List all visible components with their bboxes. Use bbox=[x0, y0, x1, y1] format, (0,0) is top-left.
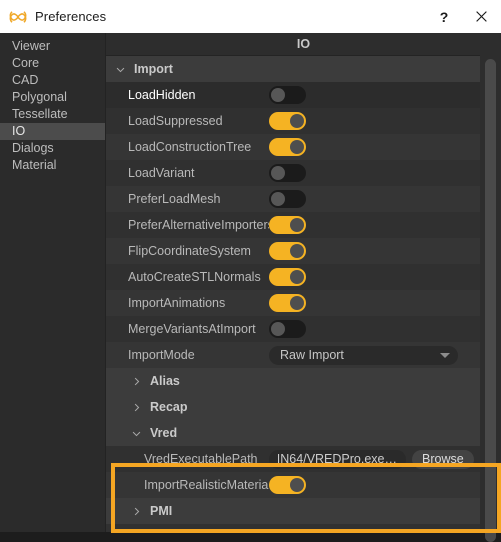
sidebar-item-polygonal[interactable]: Polygonal bbox=[0, 89, 105, 106]
setting-label: PreferAlternativeImporters bbox=[128, 218, 269, 232]
setting-label: LoadSuppressed bbox=[128, 114, 223, 128]
chevron-down-icon bbox=[440, 352, 450, 358]
settings-pane: IO Import LoadHidden LoadSuppressed LoadCon… bbox=[105, 33, 501, 542]
setting-row-loadsuppressed[interactable]: LoadSuppressed bbox=[106, 108, 480, 134]
setting-row-loadvariant[interactable]: LoadVariant bbox=[106, 160, 480, 186]
text-input-value: …bin/WIN64/VREDPro.exe bbox=[278, 452, 397, 466]
chevron-right-icon[interactable] bbox=[122, 376, 150, 387]
toggle-knob bbox=[271, 88, 285, 102]
browse-button[interactable]: Browse bbox=[412, 449, 474, 469]
group-label: Import bbox=[134, 62, 173, 76]
window-body: Viewer Core CAD Polygonal Tessellate IO Dialog… bbox=[0, 33, 501, 542]
category-sidebar: Viewer Core CAD Polygonal Tessellate IO Dialog… bbox=[0, 33, 105, 532]
toggle-knob bbox=[290, 244, 304, 258]
setting-label: LoadHidden bbox=[128, 88, 196, 102]
toggle-loadvariant[interactable] bbox=[269, 164, 306, 182]
settings-rows: Import LoadHidden LoadSuppressed LoadConstr… bbox=[106, 56, 501, 532]
toggle-importrealisticmaterials[interactable] bbox=[269, 476, 306, 494]
toggle-knob bbox=[290, 114, 304, 128]
text-input-vredexecutablepath[interactable]: …bin/WIN64/VREDPro.exe bbox=[269, 449, 406, 469]
group-header-pmi[interactable]: PMI bbox=[106, 498, 480, 524]
setting-row-flipcoordinatesystem[interactable]: FlipCoordinateSystem bbox=[106, 238, 480, 264]
sidebar-item-material[interactable]: Material bbox=[0, 157, 105, 174]
sidebar-item-viewer[interactable]: Viewer bbox=[0, 38, 105, 55]
setting-row-importmode[interactable]: ImportMode Raw Import bbox=[106, 342, 480, 368]
toggle-knob bbox=[271, 192, 285, 206]
toggle-mergevariantsatimport[interactable] bbox=[269, 320, 306, 338]
vred-logo-icon bbox=[9, 8, 27, 26]
setting-label: AutoCreateSTLNormals bbox=[128, 270, 261, 284]
group-header-recap[interactable]: Recap bbox=[106, 394, 480, 420]
setting-row-importanimations[interactable]: ImportAnimations bbox=[106, 290, 480, 316]
close-icon[interactable] bbox=[461, 0, 501, 33]
dropdown-importmode[interactable]: Raw Import bbox=[269, 345, 458, 365]
group-header-alias[interactable]: Alias bbox=[106, 368, 480, 394]
toggle-knob bbox=[290, 296, 304, 310]
group-label: Recap bbox=[150, 400, 188, 414]
toggle-knob bbox=[290, 270, 304, 284]
setting-label: LoadConstructionTree bbox=[128, 140, 252, 154]
help-button[interactable]: ? bbox=[427, 0, 461, 33]
setting-row-preferalternativeimporters[interactable]: PreferAlternativeImporters bbox=[106, 212, 480, 238]
setting-label: VredExecutablePath bbox=[144, 452, 258, 466]
window-title: Preferences bbox=[35, 9, 107, 24]
setting-row-preferloadmesh[interactable]: PreferLoadMesh bbox=[106, 186, 480, 212]
sidebar-item-dialogs[interactable]: Dialogs bbox=[0, 140, 105, 157]
chevron-down-icon[interactable] bbox=[106, 64, 134, 75]
chevron-right-icon[interactable] bbox=[122, 506, 150, 517]
toggle-loadconstructiontree[interactable] bbox=[269, 138, 306, 156]
chevron-down-icon[interactable] bbox=[122, 428, 150, 439]
pane-title: IO bbox=[106, 33, 501, 56]
preferences-window: Preferences ? Viewer Core CAD Polygonal Tess… bbox=[0, 0, 501, 542]
group-label: PMI bbox=[150, 504, 173, 518]
setting-label: LoadVariant bbox=[128, 166, 195, 180]
group-label: Vred bbox=[150, 426, 178, 440]
toggle-flipcoordinatesystem[interactable] bbox=[269, 242, 306, 260]
toggle-knob bbox=[290, 478, 304, 492]
toggle-preferalternativeimporters[interactable] bbox=[269, 216, 306, 234]
setting-label: ImportMode bbox=[128, 348, 195, 362]
setting-label: MergeVariantsAtImport bbox=[128, 322, 256, 336]
toggle-importanimations[interactable] bbox=[269, 294, 306, 312]
group-label: Alias bbox=[150, 374, 180, 388]
toggle-loadhidden[interactable] bbox=[269, 86, 306, 104]
title-bar: Preferences ? bbox=[0, 0, 501, 33]
setting-row-autocreatestlnormals[interactable]: AutoCreateSTLNormals bbox=[106, 264, 480, 290]
setting-row-mergevariantsatimport[interactable]: MergeVariantsAtImport bbox=[106, 316, 480, 342]
chevron-right-icon[interactable] bbox=[122, 402, 150, 413]
toggle-autocreatestlnormals[interactable] bbox=[269, 268, 306, 286]
setting-row-importrealisticmaterials[interactable]: ImportRealisticMaterials bbox=[106, 472, 480, 498]
setting-label: ImportAnimations bbox=[128, 296, 226, 310]
setting-row-loadconstructiontree[interactable]: LoadConstructionTree bbox=[106, 134, 480, 160]
vertical-scrollbar[interactable] bbox=[480, 55, 501, 542]
setting-label: PreferLoadMesh bbox=[128, 192, 221, 206]
group-header-import[interactable]: Import bbox=[106, 56, 480, 82]
setting-row-vredexecutablepath[interactable]: VredExecutablePath …bin/WIN64/VREDPro.exe… bbox=[106, 446, 480, 472]
sidebar-item-io[interactable]: IO bbox=[0, 123, 105, 140]
sidebar-item-cad[interactable]: CAD bbox=[0, 72, 105, 89]
toggle-knob bbox=[271, 322, 285, 336]
setting-label: FlipCoordinateSystem bbox=[128, 244, 251, 258]
toggle-knob bbox=[271, 166, 285, 180]
toggle-knob bbox=[290, 218, 304, 232]
group-header-vred[interactable]: Vred bbox=[106, 420, 480, 446]
toggle-loadsuppressed[interactable] bbox=[269, 112, 306, 130]
setting-row-loadhidden[interactable]: LoadHidden bbox=[106, 82, 480, 108]
sidebar-item-core[interactable]: Core bbox=[0, 55, 105, 72]
sidebar-item-tessellate[interactable]: Tessellate bbox=[0, 106, 105, 123]
toggle-preferloadmesh[interactable] bbox=[269, 190, 306, 208]
scrollbar-thumb[interactable] bbox=[485, 59, 496, 542]
setting-label: ImportRealisticMaterials bbox=[144, 478, 269, 492]
dropdown-value: Raw Import bbox=[280, 348, 344, 362]
toggle-knob bbox=[290, 140, 304, 154]
